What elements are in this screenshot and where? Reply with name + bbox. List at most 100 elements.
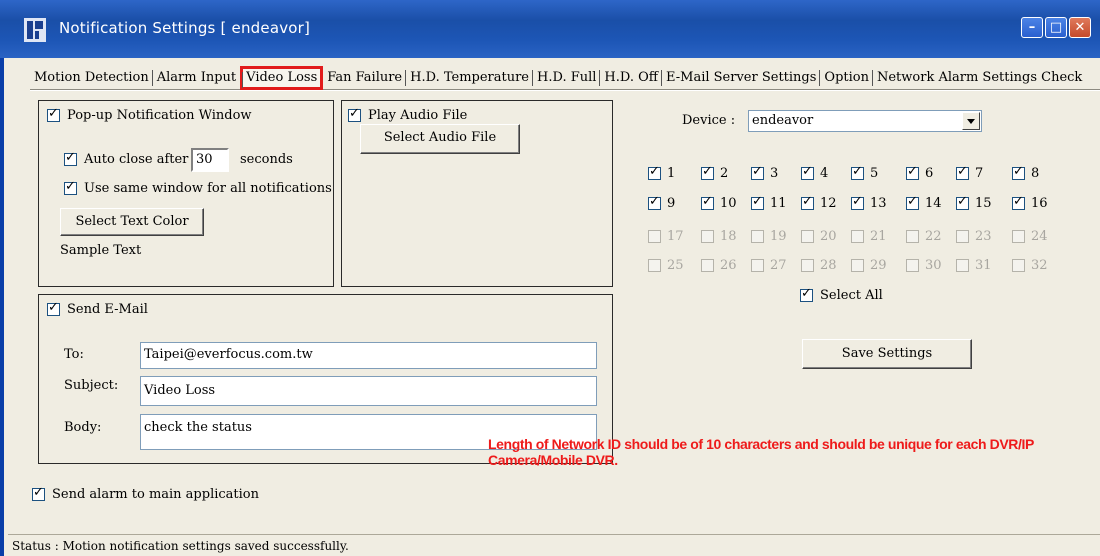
channel-18-checkbox: 18: [701, 229, 737, 244]
channel-checkbox-box[interactable]: [851, 194, 864, 210]
tab-motion-detection[interactable]: Motion Detection: [30, 67, 153, 89]
client-area: Motion Detection Alarm Input Video Loss …: [0, 58, 1100, 556]
auto-close-row: Auto close after: [64, 150, 189, 167]
select-text-color-button[interactable]: Select Text Color: [60, 208, 204, 236]
channel-7-checkbox[interactable]: 7: [956, 164, 983, 181]
channel-number: 8: [1031, 166, 1040, 181]
tab-network-alarm-settings-check[interactable]: Network Alarm Settings Check: [871, 67, 1086, 89]
save-settings-button[interactable]: Save Settings: [802, 339, 972, 369]
chevron-down-icon[interactable]: [962, 112, 980, 130]
channel-checkbox-box[interactable]: [956, 164, 969, 180]
channel-checkbox-box: [751, 259, 764, 272]
status-bar: Status : Motion notification settings sa…: [8, 534, 1100, 556]
channel-16-checkbox[interactable]: 16: [1012, 194, 1048, 211]
tab-hd-full[interactable]: H.D. Full: [532, 67, 600, 89]
auto-close-label: Auto close after: [84, 152, 189, 167]
channel-checkbox-box[interactable]: [751, 194, 764, 210]
tab-email-server-settings[interactable]: E-Mail Server Settings: [661, 67, 820, 89]
channel-checkbox-box: [956, 230, 969, 243]
minimize-button[interactable]: –: [1021, 17, 1043, 38]
channel-number: 15: [975, 196, 992, 211]
channel-5-checkbox[interactable]: 5: [851, 164, 878, 181]
channel-number: 1: [667, 166, 676, 181]
subject-input[interactable]: Video Loss: [140, 376, 597, 406]
channel-checkbox-box[interactable]: [906, 164, 919, 180]
tab-option[interactable]: Option: [819, 67, 873, 89]
channel-24-checkbox: 24: [1012, 229, 1048, 244]
channel-6-checkbox[interactable]: 6: [906, 164, 933, 181]
channel-number: 20: [820, 229, 837, 244]
channel-22-checkbox: 22: [906, 229, 942, 244]
channel-1-checkbox[interactable]: 1: [648, 164, 676, 181]
send-alarm-row[interactable]: Send alarm to main application: [32, 485, 260, 502]
popup-checkbox[interactable]: [47, 106, 60, 122]
email-checkbox[interactable]: [47, 300, 60, 316]
channel-number: 4: [820, 166, 829, 181]
tab-video-loss[interactable]: Video Loss: [240, 66, 324, 90]
channel-checkbox-box[interactable]: [801, 164, 814, 180]
channel-15-checkbox[interactable]: 15: [956, 194, 992, 211]
popup-checkbox-row[interactable]: Pop-up Notification Window: [47, 106, 252, 123]
channel-checkbox-box[interactable]: [851, 164, 864, 180]
channel-26-checkbox: 26: [701, 258, 737, 273]
title-bar: Notification Settings [ endeavor] – □ ✕: [0, 0, 1100, 58]
maximize-button[interactable]: □: [1045, 17, 1067, 38]
same-window-checkbox[interactable]: [64, 179, 77, 195]
device-select[interactable]: endeavor: [748, 110, 982, 132]
channel-number: 28: [820, 258, 837, 273]
channel-29-checkbox: 29: [851, 258, 887, 273]
channel-10-checkbox[interactable]: 10: [701, 194, 737, 211]
channel-checkbox-box[interactable]: [701, 164, 714, 180]
tab-fan-failure[interactable]: Fan Failure: [322, 67, 406, 89]
channel-checkbox-box[interactable]: [648, 164, 661, 180]
audio-checkbox[interactable]: [348, 106, 361, 122]
channel-number: 16: [1031, 196, 1048, 211]
channel-checkbox-box[interactable]: [956, 194, 969, 210]
channel-12-checkbox[interactable]: 12: [801, 194, 837, 211]
same-window-label: Use same window for all notifications: [84, 181, 332, 196]
channel-4-checkbox[interactable]: 4: [801, 164, 829, 181]
channel-checkbox-box[interactable]: [1012, 164, 1025, 180]
channel-17-checkbox: 17: [648, 229, 684, 244]
select-audio-file-button[interactable]: Select Audio File: [360, 124, 520, 154]
channel-9-checkbox[interactable]: 9: [648, 194, 675, 211]
channel-number: 10: [720, 196, 737, 211]
audio-checkbox-row[interactable]: Play Audio File: [348, 106, 467, 123]
send-alarm-label: Send alarm to main application: [52, 487, 260, 502]
channel-checkbox-box: [906, 230, 919, 243]
tab-hd-off[interactable]: H.D. Off: [599, 67, 662, 89]
channel-14-checkbox[interactable]: 14: [906, 194, 942, 211]
email-label: Send E-Mail: [67, 302, 148, 317]
channel-number: 17: [667, 229, 684, 244]
close-button[interactable]: ✕: [1069, 17, 1091, 38]
channel-checkbox-box[interactable]: [751, 164, 764, 180]
channel-13-checkbox[interactable]: 13: [851, 194, 887, 211]
tab-divider-highlight: [30, 90, 1100, 91]
channel-number: 31: [975, 258, 992, 273]
channel-checkbox-box[interactable]: [1012, 194, 1025, 210]
send-alarm-checkbox[interactable]: [32, 485, 45, 501]
channel-checkbox-box[interactable]: [701, 194, 714, 210]
channel-checkbox-box[interactable]: [648, 194, 661, 210]
select-all-checkbox[interactable]: [800, 286, 813, 302]
select-all-row[interactable]: Select All: [800, 286, 883, 303]
channel-checkbox-box[interactable]: [801, 194, 814, 210]
popup-label: Pop-up Notification Window: [67, 108, 252, 123]
channel-8-checkbox[interactable]: 8: [1012, 164, 1040, 181]
to-input[interactable]: Taipei@everfocus.com.tw: [140, 342, 597, 369]
channel-number: 2: [720, 166, 729, 181]
auto-close-seconds-input[interactable]: 30: [191, 148, 229, 172]
channel-checkbox-box: [1012, 259, 1025, 272]
auto-close-checkbox[interactable]: [64, 150, 77, 166]
tab-alarm-input[interactable]: Alarm Input: [151, 67, 240, 89]
channel-number: 19: [770, 229, 787, 244]
tab-hd-temperature[interactable]: H.D. Temperature: [405, 67, 533, 89]
channel-3-checkbox[interactable]: 3: [751, 164, 778, 181]
channel-11-checkbox[interactable]: 11: [751, 194, 787, 211]
channel-2-checkbox[interactable]: 2: [701, 164, 729, 181]
device-value: endeavor: [752, 113, 814, 128]
channel-checkbox-box: [851, 259, 864, 272]
email-checkbox-row[interactable]: Send E-Mail: [47, 300, 148, 317]
channel-checkbox-box: [906, 259, 919, 272]
channel-checkbox-box[interactable]: [906, 194, 919, 210]
